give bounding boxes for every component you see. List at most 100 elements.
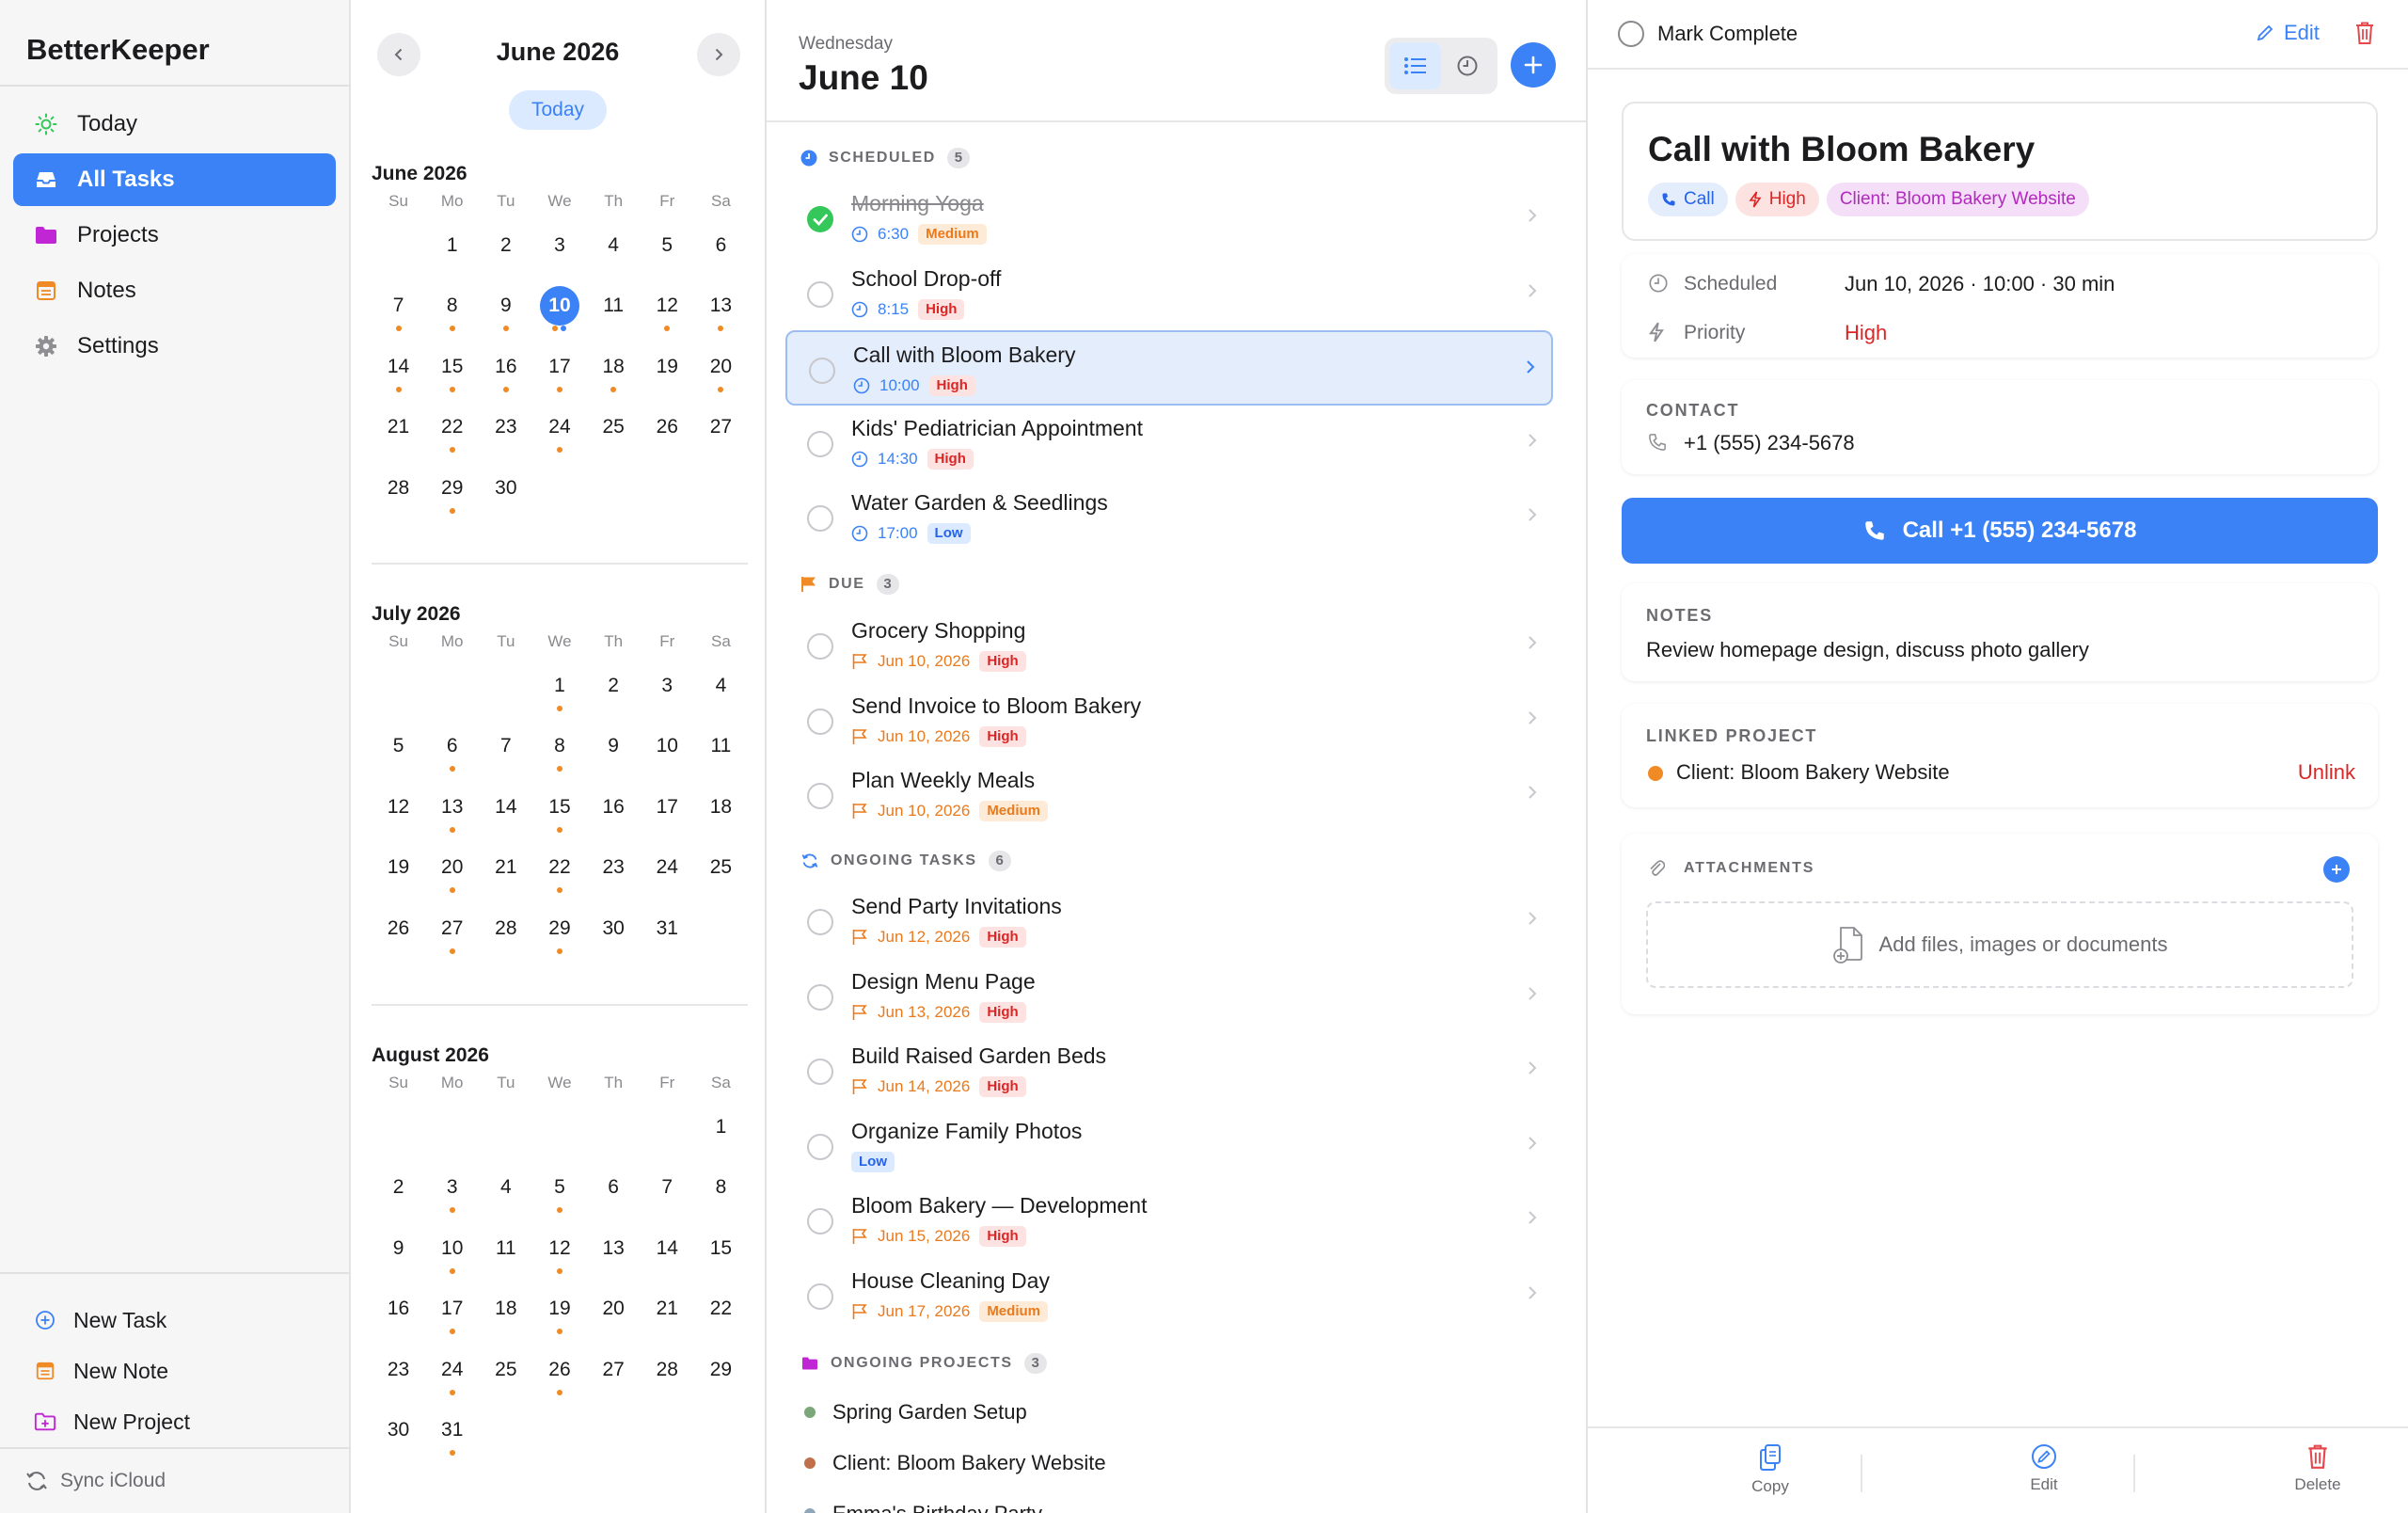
calendar-day[interactable]: 7 <box>641 1156 694 1217</box>
task-row[interactable]: Morning Yoga 6:30 Medium <box>785 181 1553 256</box>
calendar-day[interactable]: 23 <box>372 1339 425 1399</box>
calendar-day[interactable]: 30 <box>372 1399 425 1459</box>
footer-edit-button[interactable]: Edit <box>1978 1443 2110 1494</box>
edit-button[interactable]: Edit <box>2256 21 2320 45</box>
calendar-day[interactable]: 24 <box>641 836 694 897</box>
calendar-day[interactable]: 1 <box>532 655 586 715</box>
checkbox-checked-icon[interactable] <box>807 206 833 232</box>
calendar-day[interactable]: 18 <box>479 1278 532 1338</box>
add-attachment-button[interactable] <box>2323 856 2350 883</box>
project-row[interactable]: Client: Bloom Bakery Website <box>804 1444 1106 1482</box>
calendar-day[interactable]: 7 <box>479 715 532 775</box>
calendar-day[interactable]: 24 <box>532 396 586 456</box>
calendar-day[interactable]: 3 <box>532 215 586 275</box>
calendar-day[interactable]: 24 <box>425 1339 479 1399</box>
linked-project-name[interactable]: Client: Bloom Bakery Website <box>1676 760 1950 785</box>
calendar-day[interactable]: 16 <box>479 336 532 396</box>
calendar-day[interactable]: 22 <box>532 836 586 897</box>
project-chip[interactable]: Client: Bloom Bakery Website <box>1826 183 2089 216</box>
task-row[interactable]: Water Garden & Seedlings 17:00 Low <box>785 480 1553 555</box>
calendar-day[interactable]: 11 <box>479 1218 532 1278</box>
calendar-day[interactable]: 6 <box>425 715 479 775</box>
calendar-day[interactable]: 19 <box>532 1278 586 1338</box>
calendar-day[interactable]: 28 <box>479 898 532 958</box>
calendar-day[interactable]: 4 <box>587 215 641 275</box>
task-checkbox[interactable] <box>807 983 833 1011</box>
calendar-day[interactable]: 20 <box>694 336 748 396</box>
calendar-day[interactable]: 12 <box>641 275 694 335</box>
calendar-day[interactable]: 15 <box>694 1218 748 1278</box>
task-checkbox[interactable] <box>809 358 835 385</box>
calendar-day[interactable]: 8 <box>532 715 586 775</box>
calendar-day[interactable]: 20 <box>587 1278 641 1338</box>
task-checkbox[interactable] <box>807 633 833 660</box>
calendar-day[interactable]: 15 <box>532 776 586 836</box>
task-row-selected[interactable]: Call with Bloom Bakery 10:00 High <box>785 330 1553 406</box>
calendar-day[interactable]: 18 <box>587 336 641 396</box>
list-view-button[interactable] <box>1389 42 1441 89</box>
calendar-day[interactable]: 17 <box>641 776 694 836</box>
calendar-day[interactable]: 23 <box>479 396 532 456</box>
task-row[interactable]: Send Invoice to Bloom Bakery Jun 10, 2026… <box>785 683 1553 758</box>
task-row[interactable]: Build Raised Garden Beds Jun 14, 2026 High <box>785 1033 1553 1108</box>
calendar-day[interactable]: 15 <box>425 336 479 396</box>
calendar-day[interactable]: 23 <box>587 836 641 897</box>
calendar-day[interactable]: 8 <box>425 275 479 335</box>
new-project-button[interactable]: New Project <box>0 1396 349 1447</box>
calendar-day[interactable]: 14 <box>641 1218 694 1278</box>
project-row[interactable]: Emma's Birthday Party <box>804 1495 1042 1513</box>
calendar-day-selected[interactable]: 10 <box>532 275 586 335</box>
calendar-day[interactable]: 14 <box>479 776 532 836</box>
calendar-day[interactable]: 3 <box>425 1156 479 1217</box>
sidebar-item-today[interactable]: Today <box>13 98 336 151</box>
calendar-day[interactable]: 4 <box>694 655 748 715</box>
today-button[interactable]: Today <box>509 90 607 130</box>
sidebar-item-notes[interactable]: Notes <box>13 264 336 317</box>
calendar-day[interactable]: 16 <box>587 776 641 836</box>
task-row[interactable]: School Drop-off 8:15 High <box>785 256 1553 331</box>
task-row[interactable]: Design Menu Page Jun 13, 2026 High <box>785 959 1553 1034</box>
task-checkbox[interactable] <box>807 783 833 810</box>
task-row[interactable]: House Cleaning Day Jun 17, 2026 Medium <box>785 1258 1553 1333</box>
new-note-button[interactable]: New Note <box>0 1346 349 1396</box>
sync-icloud-button[interactable]: Sync iCloud <box>0 1447 349 1513</box>
calendar-day[interactable]: 16 <box>372 1278 425 1338</box>
calendar-day[interactable]: 12 <box>372 776 425 836</box>
calendar-day[interactable]: 17 <box>425 1278 479 1338</box>
task-checkbox[interactable] <box>807 1133 833 1160</box>
calendar-day[interactable]: 20 <box>425 836 479 897</box>
footer-delete-button[interactable]: Delete <box>2252 1443 2384 1494</box>
task-checkbox[interactable] <box>807 280 833 308</box>
calendar-day[interactable]: 25 <box>587 396 641 456</box>
calendar-day[interactable]: 27 <box>587 1339 641 1399</box>
calendar-day[interactable]: 19 <box>641 336 694 396</box>
calendar-day[interactable]: 28 <box>372 457 425 518</box>
calendar-day[interactable]: 6 <box>694 215 748 275</box>
contact-phone[interactable]: +1 (555) 234-5678 <box>1684 431 1855 455</box>
task-checkbox[interactable] <box>807 708 833 735</box>
timeline-view-button[interactable] <box>1441 42 1493 89</box>
calendar-day[interactable]: 2 <box>372 1156 425 1217</box>
calendar-day[interactable]: 29 <box>694 1339 748 1399</box>
calendar-day[interactable]: 30 <box>479 457 532 518</box>
task-checkbox[interactable] <box>807 430 833 457</box>
calendar-day[interactable]: 25 <box>694 836 748 897</box>
calendar-day[interactable]: 27 <box>694 396 748 456</box>
calendar-day[interactable]: 6 <box>587 1156 641 1217</box>
task-checkbox[interactable] <box>807 1208 833 1235</box>
calendar-day[interactable]: 13 <box>694 275 748 335</box>
calendar-day[interactable]: 5 <box>532 1156 586 1217</box>
task-checkbox[interactable] <box>807 505 833 533</box>
calendar-day[interactable]: 9 <box>372 1218 425 1278</box>
project-row[interactable]: Spring Garden Setup <box>804 1394 1027 1431</box>
calendar-day[interactable]: 2 <box>587 655 641 715</box>
calendar-day[interactable]: 27 <box>425 898 479 958</box>
copy-button[interactable]: Copy <box>1704 1443 1836 1496</box>
calendar-day[interactable]: 5 <box>641 215 694 275</box>
calendar-day[interactable]: 8 <box>694 1156 748 1217</box>
task-checkbox[interactable] <box>807 1059 833 1086</box>
notes-text[interactable]: Review homepage design, discuss photo ga… <box>1646 638 2089 662</box>
delete-icon-button[interactable] <box>2354 21 2375 45</box>
task-checkbox[interactable] <box>807 909 833 935</box>
calendar-day[interactable]: 29 <box>532 898 586 958</box>
